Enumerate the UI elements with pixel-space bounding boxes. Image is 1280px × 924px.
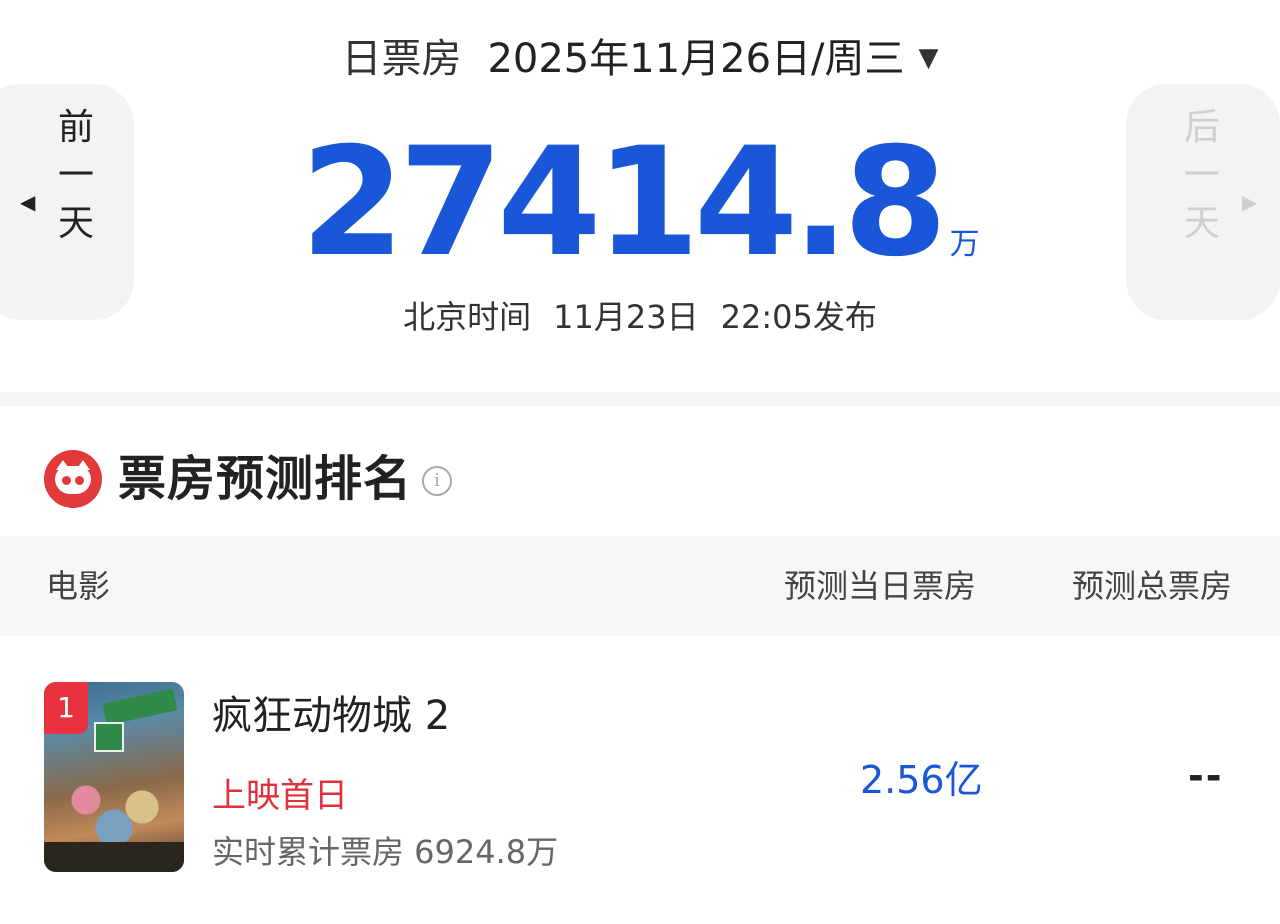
table-row[interactable]: 1 疯狂动物城 2 上映首日 实时累计票房 6924.8万 2.56亿 -- — [0, 660, 1280, 890]
info-icon[interactable]: i — [422, 466, 453, 496]
total-box-office-value: 27414.8 — [300, 116, 947, 290]
date-selector[interactable]: 日票房 2025年11月26日/周三 ▼ — [0, 30, 1280, 87]
column-header-movie: 电影 — [46, 567, 111, 605]
total-box-office-unit: 万 — [949, 227, 980, 262]
section-header: 票房预测排名 i — [44, 448, 453, 510]
movie-poster[interactable]: 1 — [44, 682, 184, 872]
release-time: 北京时间 11月23日 22:05发布 — [0, 292, 1280, 342]
maoyan-cat-icon — [44, 450, 102, 508]
release-zone: 北京时间 — [403, 298, 532, 336]
section-title: 票房预测排名 — [118, 451, 413, 507]
rank-badge: 1 — [44, 682, 88, 734]
predicted-total-value: -- — [1188, 754, 1224, 798]
release-date: 11月23日 — [553, 298, 699, 336]
table-header: 电影 预测当日票房 预测总票房 — [0, 536, 1280, 636]
column-header-predicted-total[interactable]: 预测总票房 — [1072, 562, 1232, 610]
release-tag: 上映首日 — [212, 776, 348, 816]
movie-title[interactable]: 疯狂动物城 2 — [212, 690, 450, 742]
total-box-office: 27414.8 万 — [0, 118, 1280, 288]
column-header-predicted-day[interactable]: 预测当日票房 — [784, 562, 976, 610]
predicted-day-value: 2.56亿 — [860, 758, 983, 802]
realtime-box-office: 实时累计票房 6924.8万 — [212, 833, 559, 871]
daily-box-office-label: 日票房 — [341, 36, 462, 82]
release-time-text: 22:05发布 — [720, 298, 877, 336]
section-divider — [0, 392, 1280, 406]
chevron-down-icon[interactable]: ▼ — [919, 30, 939, 86]
selected-date[interactable]: 2025年11月26日/周三 — [487, 36, 904, 82]
